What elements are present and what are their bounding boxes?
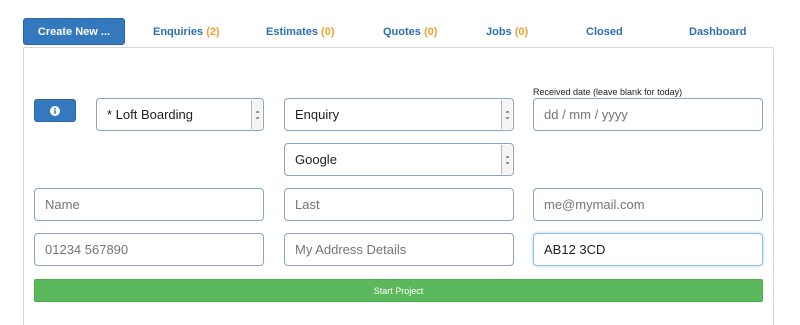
chevron-down-icon [501, 145, 512, 174]
info-circle-icon [50, 105, 60, 116]
tab-closed[interactable]: Closed [586, 26, 623, 38]
source-select-value: Google [295, 152, 337, 167]
start-project-button[interactable]: Start Project [34, 279, 763, 302]
chevron-down-icon [251, 100, 262, 129]
first-name-field[interactable] [34, 188, 264, 221]
tab-jobs[interactable]: Jobs (0) [486, 26, 528, 38]
tab-create-new[interactable]: Create New ... [23, 18, 125, 45]
tab-estimates[interactable]: Estimates (0) [266, 26, 335, 38]
last-name-field[interactable] [284, 188, 514, 221]
tab-jobs-label: Jobs [486, 26, 512, 38]
info-button[interactable] [34, 99, 76, 122]
tab-enquiries-count: (2) [206, 26, 220, 38]
tab-quotes-label: Quotes [383, 26, 421, 38]
tab-enquiries[interactable]: Enquiries (2) [153, 26, 220, 38]
nav-tabs: Create New ... Enquiries (2) Estimates (… [0, 0, 800, 48]
phone-field[interactable] [34, 233, 264, 266]
service-select[interactable]: * Loft Boarding [96, 98, 264, 131]
address-field[interactable] [284, 233, 514, 266]
email-field[interactable] [533, 188, 763, 221]
received-date-input[interactable] [533, 98, 763, 131]
tab-dashboard[interactable]: Dashboard [689, 26, 746, 38]
chevron-down-icon [501, 100, 512, 129]
type-select[interactable]: Enquiry [284, 98, 514, 131]
tab-quotes[interactable]: Quotes (0) [383, 26, 437, 38]
postcode-field[interactable] [533, 233, 763, 266]
service-select-value: * Loft Boarding [107, 107, 194, 122]
type-select-value: Enquiry [295, 107, 340, 122]
received-date-label: Received date (leave blank for today) [533, 87, 683, 97]
tab-quotes-count: (0) [423, 26, 438, 38]
source-select[interactable]: Google [284, 143, 514, 176]
tab-jobs-count: (0) [514, 26, 529, 38]
tab-estimates-count: (0) [321, 26, 335, 38]
tab-estimates-label: Estimates [266, 26, 318, 38]
tab-enquiries-label: Enquiries [153, 26, 204, 38]
